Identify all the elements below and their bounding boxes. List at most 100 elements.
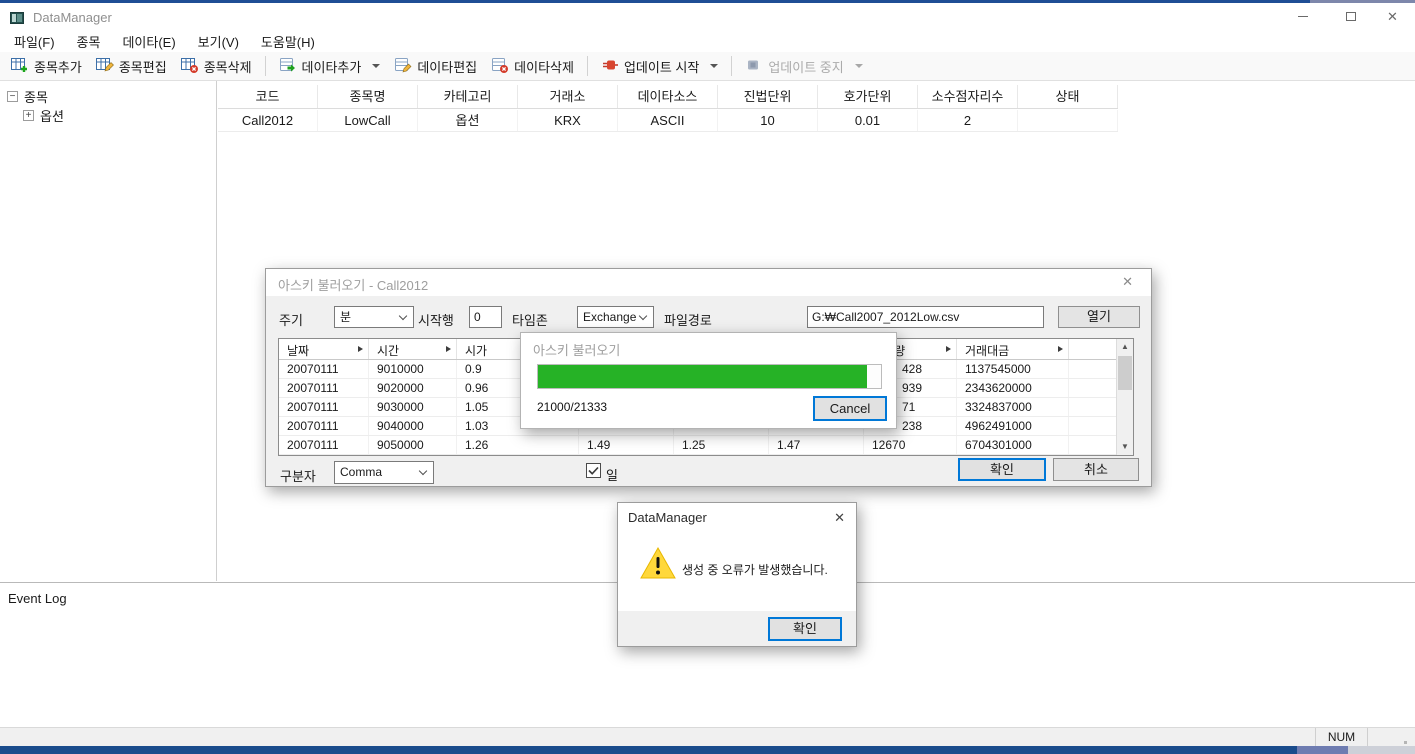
maximize-icon: [1346, 12, 1356, 21]
start-row-input[interactable]: 0: [469, 306, 502, 328]
col-datasource[interactable]: 데이타소스: [618, 85, 718, 108]
timezone-combobox[interactable]: Exchange: [577, 306, 654, 328]
resize-grip[interactable]: [1404, 741, 1407, 744]
period-label: 주기: [279, 310, 303, 329]
toolbar-separator: [587, 56, 588, 76]
bottom-accent-strip: [0, 746, 1415, 754]
col-code[interactable]: 코드: [218, 85, 318, 108]
delimiter-combobox[interactable]: Comma: [334, 461, 434, 484]
data-add-icon: [279, 57, 297, 76]
scrollbar-thumb[interactable]: [1118, 356, 1132, 390]
menu-file[interactable]: 파일(F): [3, 30, 66, 53]
col-category[interactable]: 카테고리: [418, 85, 518, 108]
stop-update-button[interactable]: 업데이트 중지: [738, 54, 869, 79]
data-delete-icon: [491, 57, 509, 76]
delimiter-label: 구분자: [280, 466, 316, 485]
expand-icon[interactable]: +: [23, 110, 34, 121]
col-status[interactable]: 상태: [1018, 85, 1118, 108]
close-button[interactable]: ✕: [1370, 3, 1415, 30]
col-decimals[interactable]: 소수점자리수: [918, 85, 1018, 108]
sort-arrow-icon: [946, 346, 951, 352]
symbol-row[interactable]: Call2012 LowCall 옵션 KRX ASCII 10 0.01 2: [218, 110, 1118, 132]
collapse-icon[interactable]: −: [7, 91, 18, 102]
progress-bar: [537, 364, 882, 389]
progress-fill: [538, 365, 867, 388]
grid-add-icon: [11, 57, 29, 76]
menu-symbol[interactable]: 종목: [66, 30, 112, 53]
title-bar: DataManager ✕: [0, 3, 1415, 30]
start-update-dropdown-icon[interactable]: [710, 64, 718, 68]
sort-arrow-icon: [358, 346, 363, 352]
menu-view[interactable]: 보기(V): [187, 30, 250, 53]
col-tick-unit[interactable]: 호가단위: [818, 85, 918, 108]
maximize-button[interactable]: [1328, 3, 1373, 30]
toolbar-separator: [731, 56, 732, 76]
cell-code: Call2012: [218, 110, 318, 131]
progress-status: 21000/21333: [537, 400, 607, 414]
vertical-scrollbar[interactable]: ▲ ▼: [1116, 339, 1133, 455]
minimize-button[interactable]: [1280, 3, 1325, 30]
day-checkbox[interactable]: [586, 463, 602, 484]
day-checkbox-label: 일: [606, 465, 618, 484]
menu-data[interactable]: 데이타(E): [111, 30, 186, 53]
col-exchange[interactable]: 거래소: [518, 85, 618, 108]
scroll-down-icon[interactable]: ▼: [1117, 439, 1133, 455]
close-icon: ✕: [1387, 10, 1398, 23]
col-name[interactable]: 종목명: [318, 85, 418, 108]
menu-help[interactable]: 도움말(H): [250, 30, 326, 53]
progress-dialog: 아스키 불러오기 21000/21333 Cancel: [520, 332, 897, 429]
timezone-label: 타임존: [512, 310, 548, 329]
edit-data-button[interactable]: 데이타편집: [387, 54, 484, 79]
window-title: DataManager: [33, 10, 112, 25]
toolbar-separator: [265, 56, 266, 76]
toolbar: 종목추가 종목편집 종목삭제 데이타추가 데이타편집 데이타삭제 업데이트 시작: [0, 52, 1415, 81]
import-dialog-title: 아스키 불러오기 - Call2012: [278, 275, 428, 294]
start-row-label: 시작행: [418, 310, 454, 329]
error-message-box: DataManager ✕ 생성 중 오류가 발생했습니다. 확인: [617, 502, 857, 647]
symbol-list-header: 코드 종목명 카테고리 거래소 데이타소스 진법단위 호가단위 소수점자리수 상…: [218, 85, 1118, 109]
open-file-button[interactable]: 열기: [1058, 306, 1140, 328]
delete-data-button[interactable]: 데이타삭제: [484, 54, 581, 79]
stop-update-dropdown-icon[interactable]: [855, 64, 863, 68]
message-box-title: DataManager: [628, 510, 707, 525]
add-data-dropdown-icon[interactable]: [372, 64, 380, 68]
grid-delete-icon: [181, 57, 199, 76]
import-dialog-close-icon[interactable]: ✕: [1122, 275, 1133, 288]
menu-bar: 파일(F) 종목 데이타(E) 보기(V) 도움말(H): [0, 30, 1415, 52]
scroll-up-icon[interactable]: ▲: [1117, 339, 1133, 355]
progress-dialog-title: 아스키 불러오기: [533, 340, 620, 359]
delete-symbol-button[interactable]: 종목삭제: [174, 54, 259, 79]
add-data-button[interactable]: 데이타추가: [272, 54, 388, 79]
table-row[interactable]: 20070111 9050000 1.26 1.49 1.25 1.47 126…: [279, 436, 1133, 455]
update-stop-icon: [745, 57, 763, 76]
cell-tick-unit: 0.01: [818, 110, 918, 131]
cell-base-unit: 10: [718, 110, 818, 131]
progress-cancel-button[interactable]: Cancel: [813, 396, 887, 421]
message-box-close-icon[interactable]: ✕: [834, 511, 845, 524]
start-update-button[interactable]: 업데이트 시작: [594, 54, 725, 79]
col-time[interactable]: 시간: [369, 339, 457, 359]
import-cancel-button[interactable]: 취소: [1053, 458, 1139, 481]
filepath-input[interactable]: G:₩Call2007_2012Low.csv: [807, 306, 1044, 328]
add-symbol-button[interactable]: 종목추가: [4, 54, 89, 79]
tree-item-symbols[interactable]: − 종목: [7, 87, 48, 106]
cell-category: 옵션: [418, 110, 518, 131]
col-amount[interactable]: 거래대금: [957, 339, 1069, 359]
event-log-label: Event Log: [8, 591, 67, 606]
datamanager-window: DataManager ✕ 파일(F) 종목 데이타(E) 보기(V) 도움말(…: [0, 0, 1415, 754]
edit-symbol-button[interactable]: 종목편집: [89, 54, 174, 79]
cell-exchange: KRX: [518, 110, 618, 131]
import-ok-button[interactable]: 확인: [958, 458, 1046, 481]
symbol-tree-panel: − 종목 + 옵션: [0, 81, 217, 581]
filepath-label: 파일경로: [664, 310, 712, 329]
message-ok-button[interactable]: 확인: [768, 617, 842, 641]
period-combobox[interactable]: 분: [334, 306, 414, 328]
cell-name: LowCall: [318, 110, 418, 131]
grid-edit-icon: [96, 57, 114, 76]
col-date[interactable]: 날짜: [279, 339, 369, 359]
error-message-text: 생성 중 오류가 발생했습니다.: [682, 561, 828, 578]
col-base-unit[interactable]: 진법단위: [718, 85, 818, 108]
cell-datasource: ASCII: [618, 110, 718, 131]
tree-item-options[interactable]: + 옵션: [23, 106, 64, 125]
update-start-icon: [601, 57, 619, 76]
